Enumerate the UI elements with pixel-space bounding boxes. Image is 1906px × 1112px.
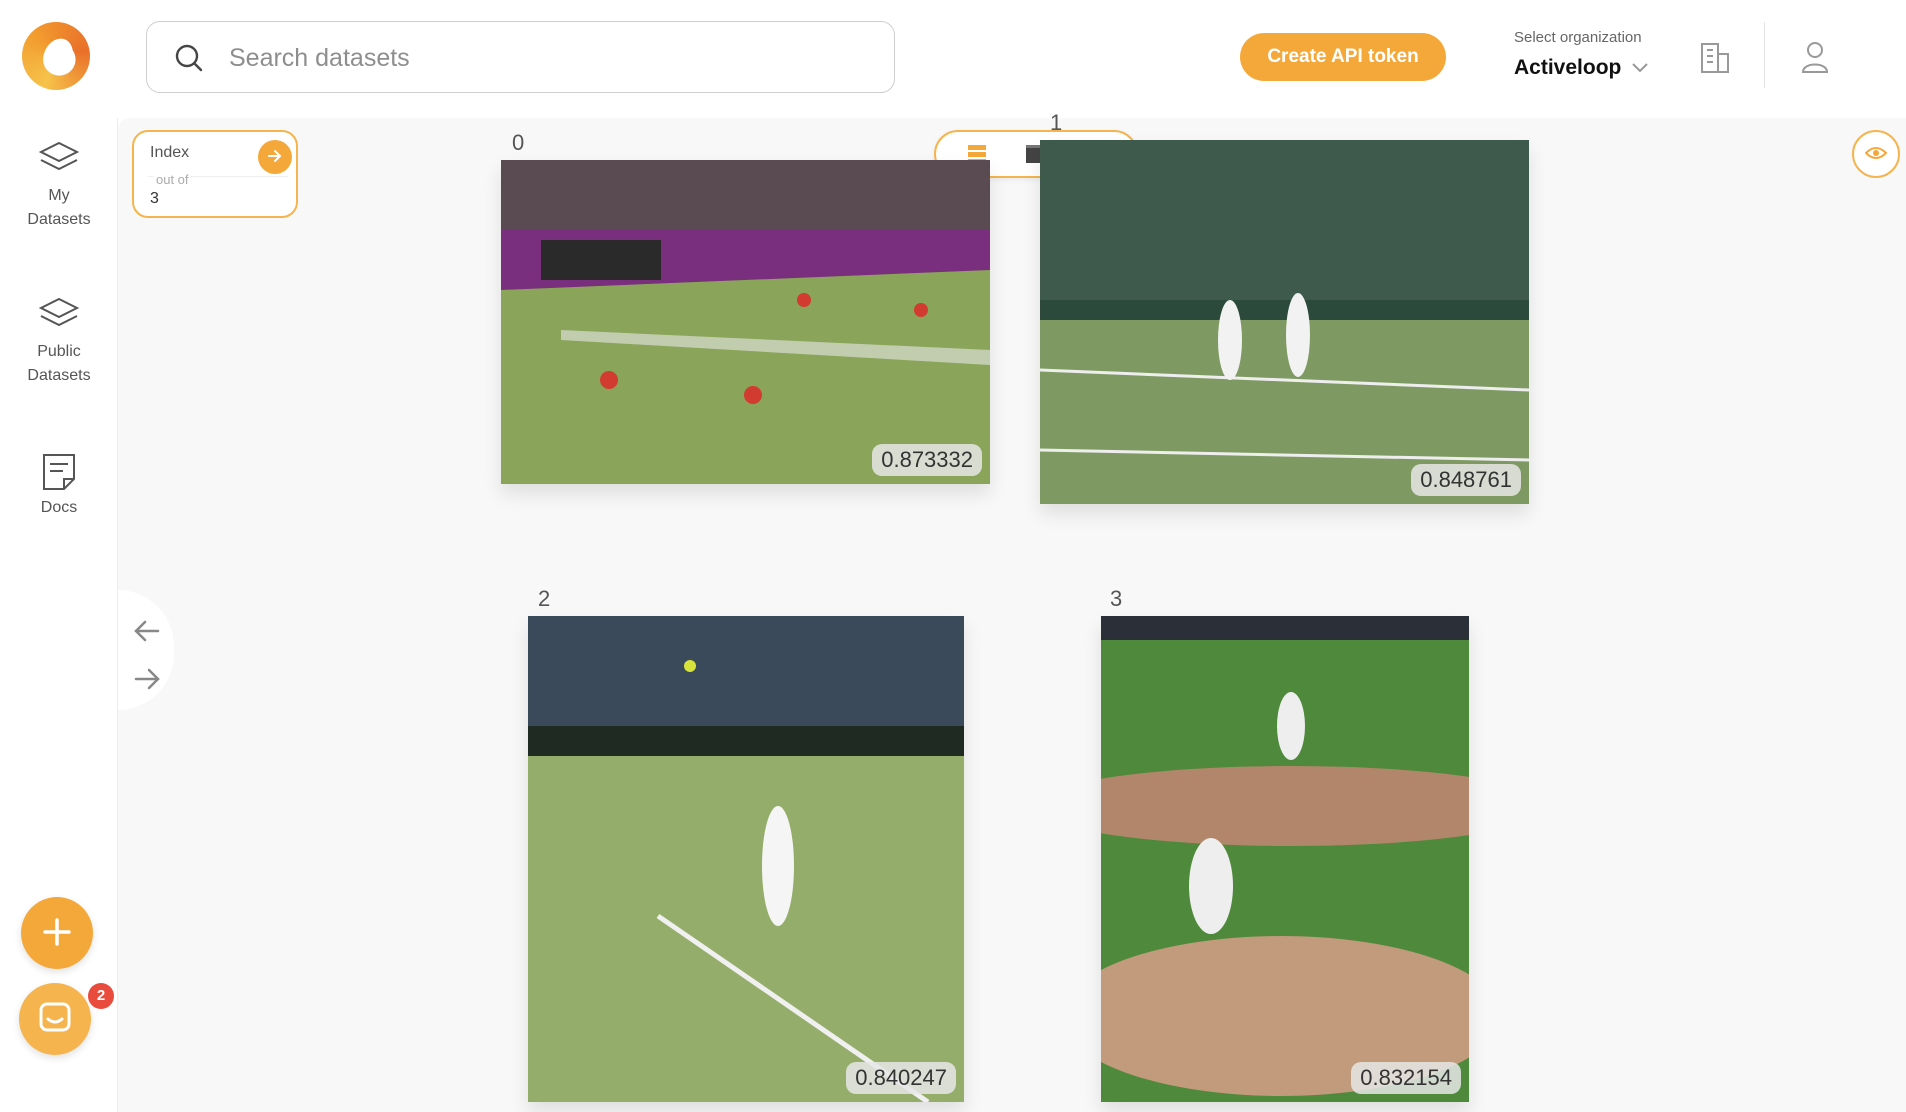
org-select-label: Select organization	[1514, 29, 1642, 46]
index-navigator: Index out of 3	[132, 130, 298, 218]
sidebar-item-label: Datasets	[27, 211, 91, 228]
sidebar-item-label: Public	[37, 343, 81, 360]
arrow-right-icon	[134, 668, 160, 690]
tennis-serve-image	[528, 616, 964, 1102]
header-divider	[1764, 22, 1765, 88]
org-select[interactable]: Activeloop	[1514, 56, 1649, 80]
search-bar[interactable]	[146, 21, 895, 93]
sidebar-item-label: Datasets	[27, 367, 91, 384]
similarity-score: 0.840247	[846, 1062, 956, 1094]
org-name: Activeloop	[1514, 56, 1622, 79]
arrow-left-icon	[134, 620, 160, 642]
sample-index-label: 1	[1050, 110, 1063, 135]
baseball-image	[1101, 616, 1469, 1102]
go-to-index-button[interactable]	[258, 140, 292, 174]
sample-image-1[interactable]: 0.848761	[1040, 140, 1529, 504]
create-api-token-button[interactable]: Create API token	[1240, 33, 1446, 81]
sidebar-item-docs[interactable]: Docs	[0, 452, 118, 520]
out-of-label: out of	[154, 172, 191, 187]
visibility-toggle-button[interactable]	[1852, 130, 1900, 178]
document-icon	[43, 454, 75, 490]
layers-icon	[38, 141, 80, 171]
index-total: 3	[150, 190, 159, 207]
search-input[interactable]	[229, 36, 869, 80]
index-label: Index	[150, 144, 190, 161]
next-page-button[interactable]	[132, 664, 162, 694]
search-icon	[175, 44, 203, 72]
sidebar-item-my-datasets[interactable]: My Datasets	[0, 140, 118, 232]
chat-icon	[39, 1002, 71, 1031]
similarity-score: 0.832154	[1351, 1062, 1461, 1094]
chevron-down-icon	[1632, 63, 1649, 73]
sample-image-2[interactable]: 0.840247	[528, 616, 964, 1102]
chat-badge: 2	[88, 983, 114, 1009]
sample-image-0[interactable]: 0.873332	[501, 160, 990, 484]
sample-index-label: 3	[1110, 586, 1123, 611]
top-header: Create API token Select organization Act…	[0, 0, 1906, 118]
user-icon[interactable]	[1800, 40, 1830, 74]
eye-icon	[1864, 146, 1888, 159]
app-root: Create API token Select organization Act…	[0, 0, 1906, 1112]
building-icon[interactable]	[1700, 40, 1730, 74]
chat-button[interactable]	[19, 983, 91, 1055]
previous-page-button[interactable]	[132, 616, 162, 646]
sample-index-label: 2	[538, 586, 551, 611]
pagination-controls	[118, 590, 174, 710]
sample-image-3[interactable]: 0.832154	[1101, 616, 1469, 1102]
tennis-handshake-image	[1040, 140, 1529, 504]
sample-index-label: 0	[512, 130, 525, 155]
tennis-doubles-image	[501, 160, 990, 484]
arrow-right-icon	[268, 149, 282, 162]
sidebar: My Datasets Public Datasets Docs 2	[0, 118, 118, 1112]
add-dataset-button[interactable]	[21, 897, 93, 969]
dataset-viewer: Index out of 3 0 0.873332 1 0.848761 2 0…	[118, 110, 1906, 1112]
layers-icon	[38, 297, 80, 327]
sidebar-item-public-datasets[interactable]: Public Datasets	[0, 296, 118, 388]
similarity-score: 0.848761	[1411, 464, 1521, 496]
similarity-score: 0.873332	[872, 444, 982, 476]
sidebar-item-label: My	[48, 187, 70, 204]
activeloop-logo[interactable]	[22, 22, 90, 90]
sidebar-item-label: Docs	[40, 499, 78, 516]
plus-icon	[43, 917, 71, 946]
